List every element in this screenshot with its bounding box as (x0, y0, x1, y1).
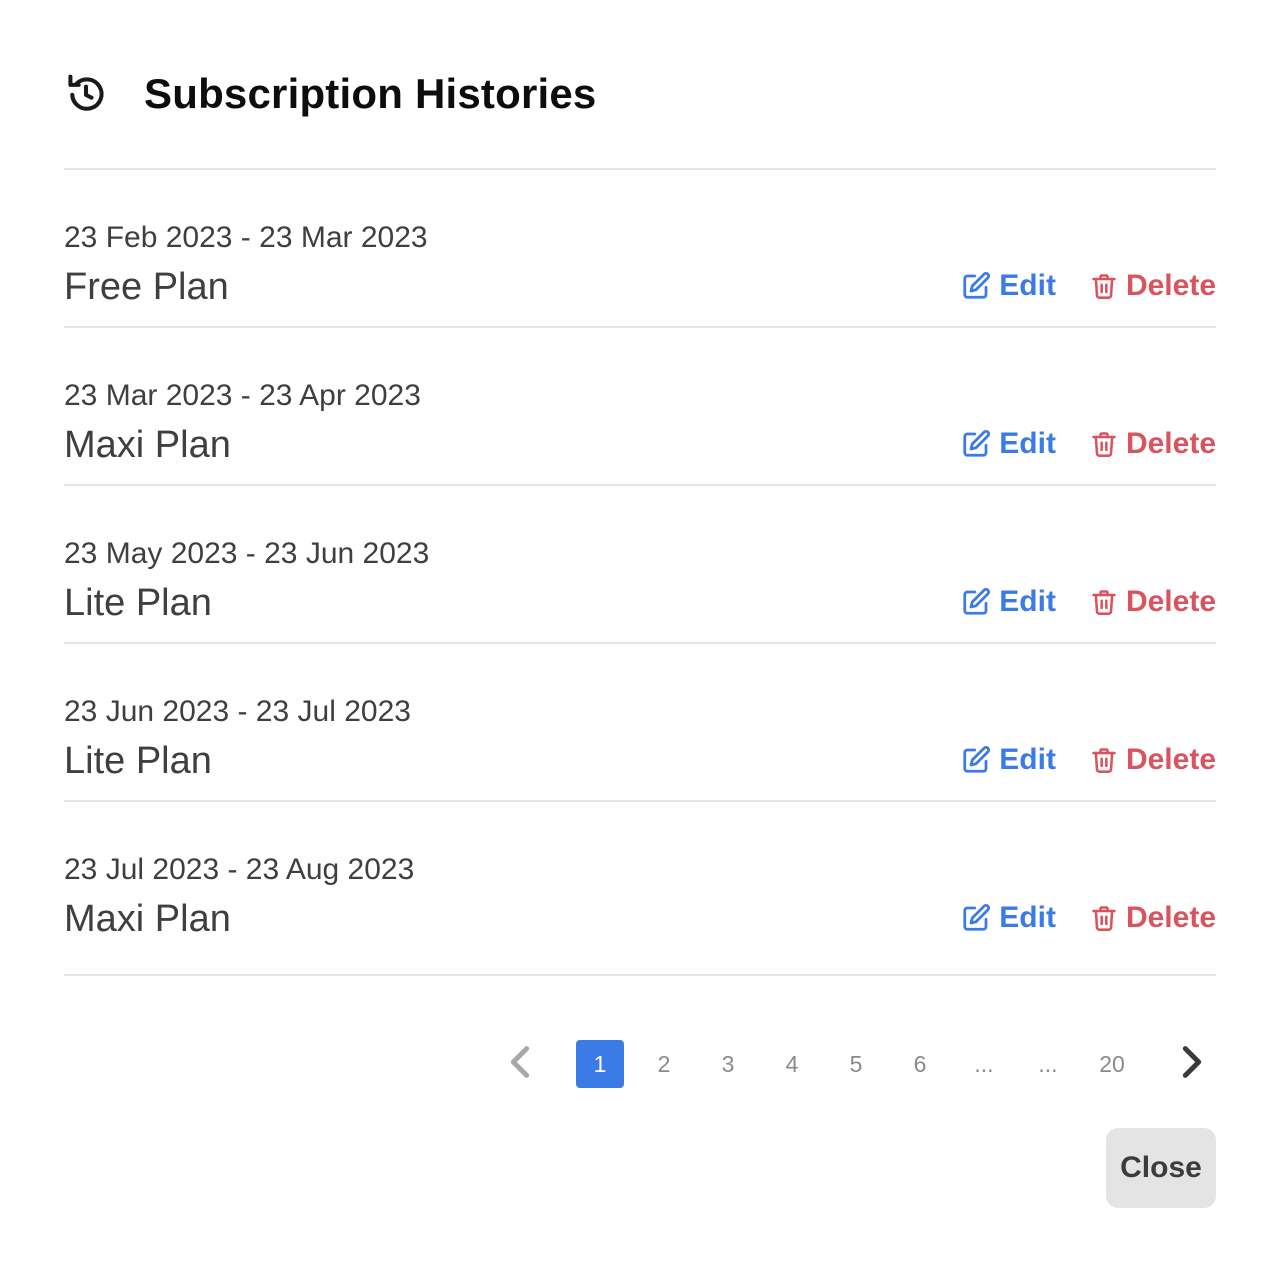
edit-button[interactable]: Edit (961, 426, 1056, 462)
plan-name: Maxi Plan (64, 424, 231, 466)
page-4-button[interactable]: 4 (768, 1040, 816, 1088)
delete-button[interactable]: Delete (1090, 742, 1216, 778)
modal-header: Subscription Histories (64, 62, 1216, 126)
close-button[interactable]: Close (1106, 1128, 1216, 1208)
delete-button[interactable]: Delete (1090, 268, 1216, 304)
delete-button[interactable]: Delete (1090, 584, 1216, 620)
plan-name: Lite Plan (64, 740, 212, 782)
prev-page-button[interactable] (496, 1040, 544, 1088)
plan-name: Free Plan (64, 266, 229, 308)
chevron-left-icon (505, 1042, 535, 1087)
date-range: 23 Jul 2023 - 23 Aug 2023 (64, 853, 415, 886)
row-actions: Edit Delete (961, 268, 1216, 304)
trash-icon (1090, 745, 1118, 775)
edit-label: Edit (999, 743, 1056, 776)
edit-icon (961, 429, 991, 459)
page-5-button[interactable]: 5 (832, 1040, 880, 1088)
edit-label: Edit (999, 585, 1056, 618)
row-actions: Edit Delete (961, 584, 1216, 620)
edit-icon (961, 745, 991, 775)
delete-button[interactable]: Delete (1090, 426, 1216, 462)
pagination: 1 2 3 4 5 6 ... ... 20 (496, 1040, 1216, 1088)
page-20-button[interactable]: 20 (1088, 1040, 1136, 1088)
page-3-button[interactable]: 3 (704, 1040, 752, 1088)
list-item: 23 Jul 2023 - 23 Aug 2023 Maxi Plan Edit… (64, 802, 1216, 976)
date-range: 23 Mar 2023 - 23 Apr 2023 (64, 379, 421, 412)
edit-label: Edit (999, 269, 1056, 302)
page-2-button[interactable]: 2 (640, 1040, 688, 1088)
page-1-button[interactable]: 1 (576, 1040, 624, 1088)
subscription-history-list: 23 Feb 2023 - 23 Mar 2023 Free Plan Edit… (64, 170, 1216, 976)
date-range: 23 Feb 2023 - 23 Mar 2023 (64, 221, 428, 254)
trash-icon (1090, 903, 1118, 933)
plan-name: Maxi Plan (64, 898, 231, 940)
delete-label: Delete (1125, 269, 1216, 302)
edit-button[interactable]: Edit (961, 584, 1056, 620)
delete-button[interactable]: Delete (1090, 900, 1216, 936)
plan-name: Lite Plan (64, 582, 212, 624)
row-actions: Edit Delete (961, 742, 1216, 778)
next-page-button[interactable] (1168, 1040, 1216, 1088)
trash-icon (1090, 271, 1118, 301)
list-item: 23 May 2023 - 23 Jun 2023 Lite Plan Edit… (64, 486, 1216, 644)
history-icon (64, 71, 110, 117)
edit-icon (961, 587, 991, 617)
trash-icon (1090, 587, 1118, 617)
edit-label: Edit (999, 427, 1056, 460)
list-item: 23 Mar 2023 - 23 Apr 2023 Maxi Plan Edit… (64, 328, 1216, 486)
edit-button[interactable]: Edit (961, 900, 1056, 936)
list-item: 23 Jun 2023 - 23 Jul 2023 Lite Plan Edit… (64, 644, 1216, 802)
page-ellipsis: ... (1038, 1050, 1058, 1077)
edit-icon (961, 271, 991, 301)
delete-label: Delete (1125, 585, 1216, 618)
trash-icon (1090, 429, 1118, 459)
edit-button[interactable]: Edit (961, 742, 1056, 778)
edit-label: Edit (999, 901, 1056, 934)
page-6-button[interactable]: 6 (896, 1040, 944, 1088)
edit-icon (961, 903, 991, 933)
list-item: 23 Feb 2023 - 23 Mar 2023 Free Plan Edit… (64, 170, 1216, 328)
row-actions: Edit Delete (961, 426, 1216, 462)
delete-label: Delete (1125, 901, 1216, 934)
row-actions: Edit Delete (961, 900, 1216, 936)
date-range: 23 May 2023 - 23 Jun 2023 (64, 537, 430, 570)
page-ellipsis: ... (974, 1050, 994, 1077)
chevron-right-icon (1177, 1042, 1207, 1087)
date-range: 23 Jun 2023 - 23 Jul 2023 (64, 695, 411, 728)
page-title: Subscription Histories (144, 70, 597, 117)
delete-label: Delete (1125, 743, 1216, 776)
edit-button[interactable]: Edit (961, 268, 1056, 304)
delete-label: Delete (1125, 427, 1216, 460)
